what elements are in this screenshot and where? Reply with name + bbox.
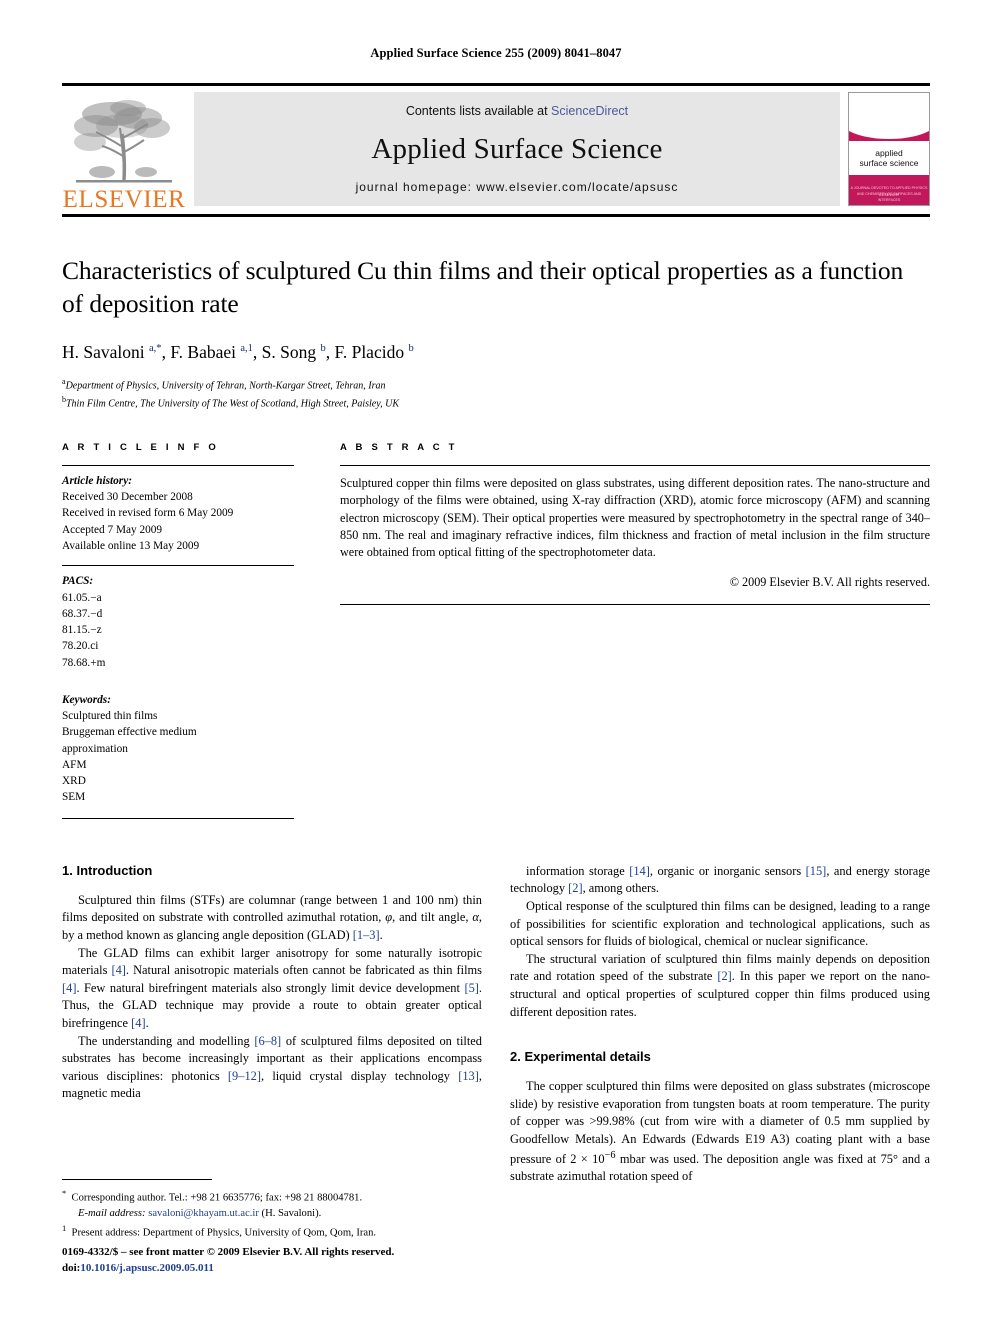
abstract-column: A B S T R A C T Sculptured copper thin f… [340, 442, 930, 819]
footnote-area: * Corresponding author. Tel.: +98 21 663… [62, 1178, 482, 1242]
keyword-item: AFM [62, 758, 87, 771]
copyright-line: © 2009 Elsevier B.V. All rights reserved… [729, 574, 930, 589]
paper-page: Applied Surface Science 255 (2009) 8041–… [0, 0, 992, 1323]
keyword-item: Sculptured thin films [62, 710, 158, 723]
sciencedirect-link[interactable]: ScienceDirect [551, 104, 628, 118]
cover-arc-decoration [849, 97, 929, 139]
article-info-label: A R T I C L E I N F O [62, 441, 219, 453]
doi-link[interactable]: 10.1016/j.apsusc.2009.05.011 [80, 1262, 214, 1274]
title-block: Characteristics of sculptured Cu thin fi… [62, 255, 930, 412]
paragraph: The understanding and modelling [6–8] of… [62, 1033, 482, 1101]
elsevier-wordmark: ELSEVIER [62, 186, 186, 213]
paragraph: The structural variation of sculptured t… [510, 951, 930, 1019]
journal-homepage-line[interactable]: journal homepage: www.elsevier.com/locat… [356, 180, 679, 194]
column-gap [294, 442, 340, 819]
cover-publisher-mark: ELSEVIER [879, 192, 899, 197]
masthead-bottom-rule [62, 214, 930, 217]
section-heading-experimental: 2. Experimental details [510, 1049, 651, 1065]
affiliation-text: Department of Physics, University of Teh… [65, 380, 386, 392]
body-column-gutter [482, 863, 510, 1186]
history-item: Accepted 7 May 2009 [62, 523, 163, 536]
history-item: Available online 13 May 2009 [62, 539, 200, 552]
paragraph: The GLAD films can exhibit larger anisot… [62, 945, 482, 1030]
pacs-item: 78.68.+m [62, 656, 106, 669]
paragraph: information storage [14], organic or ino… [510, 863, 930, 896]
keywords-title: Keywords: [62, 693, 111, 706]
paragraph: The copper sculptured thin films were de… [510, 1079, 930, 1184]
cover-body: applied surface science A JOURNAL DEVOTE… [849, 97, 929, 205]
affiliation-item: aDepartment of Physics, University of Te… [62, 376, 930, 394]
doi-line: doi:10.1016/j.apsusc.2009.05.011 [62, 1261, 482, 1277]
affiliation-list: aDepartment of Physics, University of Te… [62, 376, 930, 412]
keyword-item: XRD [62, 775, 86, 788]
section-heading-introduction: 1. Introduction [62, 862, 153, 878]
pacs-item: 81.15.−z [62, 624, 102, 637]
abstract-text: Sculptured copper thin films were deposi… [340, 475, 930, 560]
paragraph: Sculptured thin films (STFs) are columna… [62, 892, 482, 942]
abstract-rule-bottom [340, 603, 930, 605]
footnote-email[interactable]: E-mail address: savaloni@khayam.ut.ac.ir… [62, 1206, 482, 1221]
footnote-present-address: 1 Present address: Department of Physics… [62, 1223, 377, 1239]
keyword-item: Bruggeman effective medium [62, 726, 197, 739]
elsevier-tree-icon [74, 100, 172, 183]
cover-title-line2: surface science [859, 158, 919, 168]
article-history-title: Article history: [62, 474, 132, 487]
info-abstract-section: A R T I C L E I N F O Article history: R… [62, 442, 930, 819]
pacs-block: PACS: 61.05.−a 68.37.−d 81.15.−z 78.20.c… [62, 566, 294, 671]
abstract-label: A B S T R A C T [340, 441, 458, 453]
footnote-rule [62, 1178, 212, 1180]
page-title: Characteristics of sculptured Cu thin fi… [62, 256, 904, 318]
journal-band: Contents lists available at ScienceDirec… [194, 92, 840, 206]
cover-title-band: applied surface science [849, 141, 929, 175]
page-footer: 0169-4332/$ – see front matter © 2009 El… [62, 1245, 482, 1277]
history-item: Received 30 December 2008 [62, 491, 193, 504]
running-head: Applied Surface Science 255 (2009) 8041–… [370, 46, 622, 60]
paragraph: Optical response of the sculptured thin … [510, 898, 930, 949]
contents-available-line: Contents lists available at ScienceDirec… [406, 104, 628, 118]
body-columns: 1. Introduction Sculptured thin films (S… [62, 862, 930, 1239]
pacs-item: 68.37.−d [62, 607, 103, 620]
cover-title-line1: applied [875, 147, 903, 158]
pacs-item: 78.20.ci [62, 640, 99, 653]
footnote-corresponding-author: * Corresponding author. Tel.: +98 21 663… [62, 1187, 363, 1204]
body-column-right: information storage [14], organic or ino… [510, 863, 930, 1186]
article-info-rule-bottom [62, 817, 294, 819]
elsevier-logo: ELSEVIER [62, 86, 186, 214]
journal-title: Applied Surface Science [371, 132, 663, 165]
article-history-block: Article history: Received 30 December 20… [62, 466, 294, 554]
journal-masthead: ELSEVIER Contents lists available at Sci… [62, 83, 930, 214]
keywords-block: Keywords: Sculptured thin films Bruggema… [62, 685, 294, 806]
affiliation-text: Thin Film Centre, The University of The … [66, 398, 400, 410]
keyword-item: approximation [62, 742, 128, 755]
contents-prefix: Contents lists available at [405, 104, 548, 118]
affiliation-item: bThin Film Centre, The University of The… [62, 394, 930, 412]
body-column-left: 1. Introduction Sculptured thin films (S… [62, 862, 482, 1239]
journal-cover-thumbnail: applied surface science A JOURNAL DEVOTE… [848, 92, 930, 206]
pacs-title: PACS: [62, 575, 94, 588]
author-list: H. Savaloni a,*, F. Babaei a,1, S. Song … [62, 342, 414, 363]
pacs-item: 61.05.−a [62, 591, 102, 604]
keyword-item: SEM [62, 791, 86, 804]
history-item: Received in revised form 6 May 2009 [62, 507, 234, 520]
article-info-column: A R T I C L E I N F O Article history: R… [62, 442, 294, 819]
doi-prefix: doi: [62, 1262, 81, 1275]
issn-line: 0169-4332/$ – see front matter © 2009 El… [62, 1246, 395, 1259]
